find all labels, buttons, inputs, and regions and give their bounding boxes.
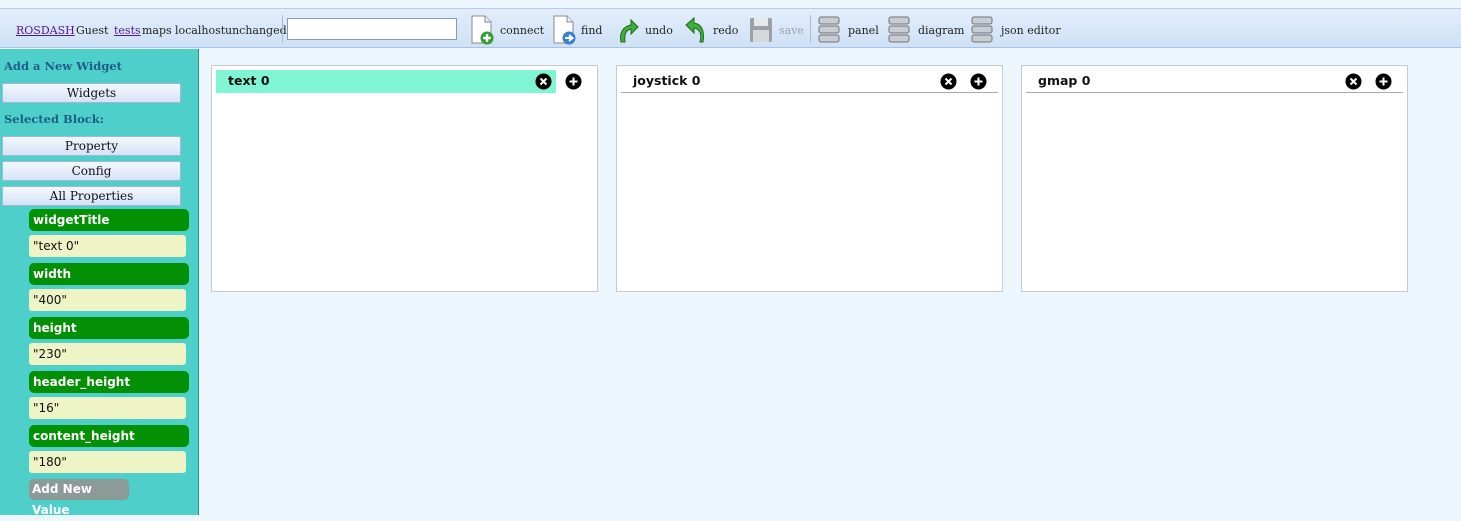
config-button[interactable]: Config (2, 161, 181, 181)
widget-title: joystick 0 (633, 73, 701, 88)
add-icon[interactable] (1375, 73, 1392, 90)
undo-button[interactable]: undo (615, 12, 673, 46)
redo-label: redo (713, 24, 739, 37)
sidebar: Add a New Widget Widgets Selected Block:… (0, 49, 199, 517)
save-label: save (779, 24, 804, 37)
property-key[interactable]: widgetTitle (29, 209, 189, 231)
search-input[interactable] (287, 18, 457, 40)
widget-joystick-0[interactable]: joystick 0 (616, 65, 1003, 292)
floppy-disk-icon (750, 18, 772, 42)
brand-link[interactable]: ROSDASH (16, 24, 75, 37)
add-icon[interactable] (565, 73, 582, 90)
property-button[interactable]: Property (2, 136, 181, 156)
find-button[interactable]: find (551, 12, 603, 46)
redo-arrow-icon (685, 16, 704, 43)
property-value[interactable]: "400" (29, 289, 186, 311)
close-icon[interactable] (535, 73, 552, 90)
save-button[interactable]: save (748, 12, 804, 46)
new-doc-plus-icon (471, 15, 494, 45)
server-stack-icon (971, 16, 993, 43)
undo-label: undo (645, 24, 673, 37)
property-key[interactable]: header_height (29, 371, 189, 393)
server-stack-icon (888, 16, 910, 43)
panel-button[interactable]: panel (817, 12, 879, 46)
toolbar-divider (282, 15, 283, 43)
close-icon[interactable] (940, 73, 957, 90)
widget-text-0[interactable]: text 0 (211, 65, 598, 292)
widget-title: text 0 (228, 73, 270, 88)
json-editor-label: json editor (1001, 24, 1061, 37)
maps-label: maps (142, 24, 172, 37)
add-new-value-button[interactable]: Add New Value (29, 479, 129, 517)
widget-gmap-0[interactable]: gmap 0 (1021, 65, 1408, 292)
property-value[interactable]: "16" (29, 397, 186, 419)
connect-button[interactable]: connect (469, 12, 545, 46)
diagram-button[interactable]: diagram (887, 12, 964, 46)
widget-header[interactable]: text 0 (216, 70, 593, 93)
all-properties-button[interactable]: All Properties (2, 186, 181, 206)
redo-button[interactable]: redo (684, 12, 738, 46)
new-doc-arrow-icon (553, 15, 576, 45)
selected-block-heading: Selected Block: (4, 112, 104, 126)
server-stack-icon (818, 16, 840, 43)
property-key[interactable]: width (29, 263, 189, 285)
find-label: find (581, 24, 603, 37)
property-value[interactable]: "text 0" (29, 235, 186, 257)
widget-header[interactable]: gmap 0 (1026, 70, 1403, 93)
property-value[interactable]: "230" (29, 343, 186, 365)
add-widget-heading: Add a New Widget (4, 59, 122, 73)
property-key[interactable]: height (29, 317, 189, 339)
property-key[interactable]: content_height (29, 425, 189, 447)
widget-title: gmap 0 (1038, 73, 1091, 88)
top-toolbar: ROSDASH Guest tests maps localhost uncha… (0, 8, 1461, 48)
add-icon[interactable] (970, 73, 987, 90)
connect-label: connect (500, 24, 545, 37)
project-link[interactable]: tests (114, 24, 141, 37)
toolbar-divider (810, 15, 811, 43)
status-label: unchanged (225, 24, 287, 37)
host-label: localhost (175, 24, 226, 37)
json-editor-button[interactable]: json editor (970, 12, 1061, 46)
diagram-label: diagram (918, 24, 965, 37)
widgets-button[interactable]: Widgets (2, 83, 181, 103)
undo-arrow-icon (620, 18, 639, 43)
user-label: Guest (76, 24, 109, 37)
panel-label: panel (848, 24, 879, 37)
property-value[interactable]: "180" (29, 451, 186, 473)
widget-header[interactable]: joystick 0 (621, 70, 998, 93)
close-icon[interactable] (1345, 73, 1362, 90)
